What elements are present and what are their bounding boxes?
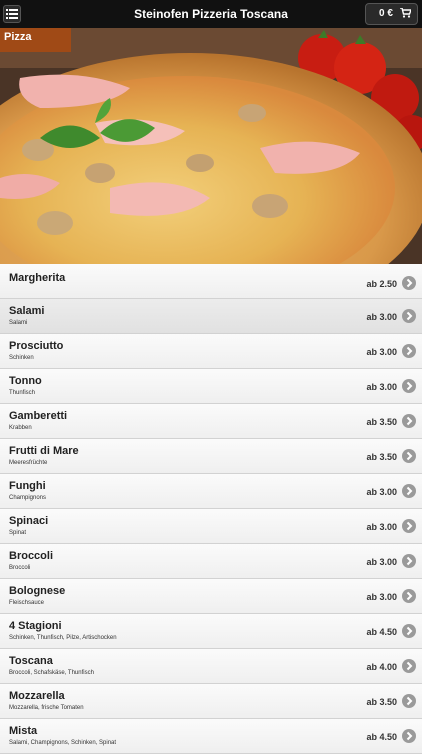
- list-item[interactable]: Salami Salami ab 3.00: [0, 299, 422, 334]
- item-price: ab 3.00: [366, 347, 397, 357]
- list-item[interactable]: Bolognese Fleischsauce ab 3.00: [0, 579, 422, 614]
- list-item[interactable]: Margherita ab 2.50: [0, 264, 422, 299]
- item-description: Mozzarella, frische Tomaten: [9, 705, 84, 711]
- item-price: ab 3.00: [366, 557, 397, 567]
- item-price: ab 4.00: [366, 662, 397, 672]
- chevron-right-icon[interactable]: [402, 519, 416, 533]
- item-description: Schinken: [9, 355, 34, 361]
- item-name: Prosciutto: [9, 340, 64, 352]
- list-item[interactable]: Broccoli Broccoli ab 3.00: [0, 544, 422, 579]
- item-description: Champignons: [9, 495, 47, 501]
- item-name: Broccoli: [9, 550, 54, 562]
- item-description: Thunfisch: [9, 390, 36, 396]
- app-title: Steinofen Pizzeria Toscana: [134, 7, 288, 21]
- item-price: ab 3.50: [366, 697, 397, 707]
- list-item[interactable]: Mista Salami, Champignons, Schinken, Spi…: [0, 719, 422, 754]
- category-label: Pizza: [0, 28, 71, 52]
- item-name: Mozzarella: [9, 690, 65, 702]
- chevron-right-icon[interactable]: [402, 554, 416, 568]
- item-price: ab 3.50: [366, 452, 397, 462]
- item-description: Spinat: [9, 530, 27, 536]
- chevron-right-icon[interactable]: [402, 624, 416, 638]
- item-price: ab 4.50: [366, 732, 397, 742]
- chevron-right-icon[interactable]: [402, 276, 416, 290]
- list-item[interactable]: Spinaci Spinat ab 3.00: [0, 509, 422, 544]
- chevron-right-icon[interactable]: [402, 344, 416, 358]
- item-price: ab 3.00: [366, 382, 397, 392]
- item-price: ab 3.50: [366, 417, 397, 427]
- item-name: Gamberetti: [9, 410, 68, 422]
- item-price: ab 3.00: [366, 312, 397, 322]
- item-description: Broccoli: [9, 565, 31, 571]
- list-item[interactable]: Prosciutto Schinken ab 3.00: [0, 334, 422, 369]
- item-description: Meeresfrüchte: [9, 460, 48, 466]
- item-description: Fleischsauce: [9, 600, 45, 606]
- item-description: Broccoli, Schafskäse, Thunfisch: [9, 670, 94, 676]
- item-name: Tonno: [9, 375, 42, 387]
- chevron-right-icon[interactable]: [402, 309, 416, 323]
- list-item[interactable]: Funghi Champignons ab 3.00: [0, 474, 422, 509]
- item-description: Schinken, Thunfisch, Pilze, Artischocken: [9, 635, 117, 641]
- chevron-right-icon[interactable]: [402, 484, 416, 498]
- chevron-right-icon[interactable]: [402, 379, 416, 393]
- item-name: Funghi: [9, 480, 46, 492]
- item-name: Salami: [9, 305, 45, 317]
- item-price: ab 3.00: [366, 487, 397, 497]
- item-name: Margherita: [9, 272, 66, 284]
- pizza-image: [0, 28, 422, 264]
- top-bar: Steinofen Pizzeria Toscana 0 €: [0, 0, 422, 29]
- list-item[interactable]: Toscana Broccoli, Schafskäse, Thunfisch …: [0, 649, 422, 684]
- shopping-cart-icon: [400, 8, 411, 18]
- chevron-right-icon[interactable]: [402, 729, 416, 743]
- item-name: Bolognese: [9, 585, 66, 597]
- item-description: Salami, Champignons, Schinken, Spinat: [9, 740, 117, 746]
- item-description: Salami: [9, 320, 28, 326]
- list-item[interactable]: Gamberetti Krabben ab 3.50: [0, 404, 422, 439]
- item-price: ab 4.50: [366, 627, 397, 637]
- chevron-right-icon[interactable]: [402, 589, 416, 603]
- list-item[interactable]: Frutti di Mare Meeresfrüchte ab 3.50: [0, 439, 422, 474]
- chevron-right-icon[interactable]: [402, 659, 416, 673]
- item-price: ab 2.50: [366, 279, 397, 289]
- item-name: Spinaci: [9, 515, 49, 527]
- item-price: ab 3.00: [366, 592, 397, 602]
- hero-image: Pizza: [0, 28, 422, 264]
- list-item[interactable]: 4 Stagioni Schinken, Thunfisch, Pilze, A…: [0, 614, 422, 649]
- cart-total: 0 €: [379, 8, 393, 19]
- list-item[interactable]: Mozzarella Mozzarella, frische Tomaten a…: [0, 684, 422, 719]
- chevron-right-icon[interactable]: [402, 449, 416, 463]
- chevron-right-icon[interactable]: [402, 414, 416, 428]
- item-price: ab 3.00: [366, 522, 397, 532]
- cart-button[interactable]: 0 €: [365, 3, 418, 25]
- item-name: Mista: [9, 725, 38, 737]
- item-name: Frutti di Mare: [9, 445, 79, 457]
- list-item[interactable]: Tonno Thunfisch ab 3.00: [0, 369, 422, 404]
- item-name: 4 Stagioni: [9, 620, 62, 632]
- menu-list: Margherita ab 2.50 Salami Salami ab 3.00…: [0, 264, 422, 754]
- item-name: Toscana: [9, 655, 53, 667]
- chevron-right-icon[interactable]: [402, 694, 416, 708]
- item-description: Krabben: [9, 425, 32, 431]
